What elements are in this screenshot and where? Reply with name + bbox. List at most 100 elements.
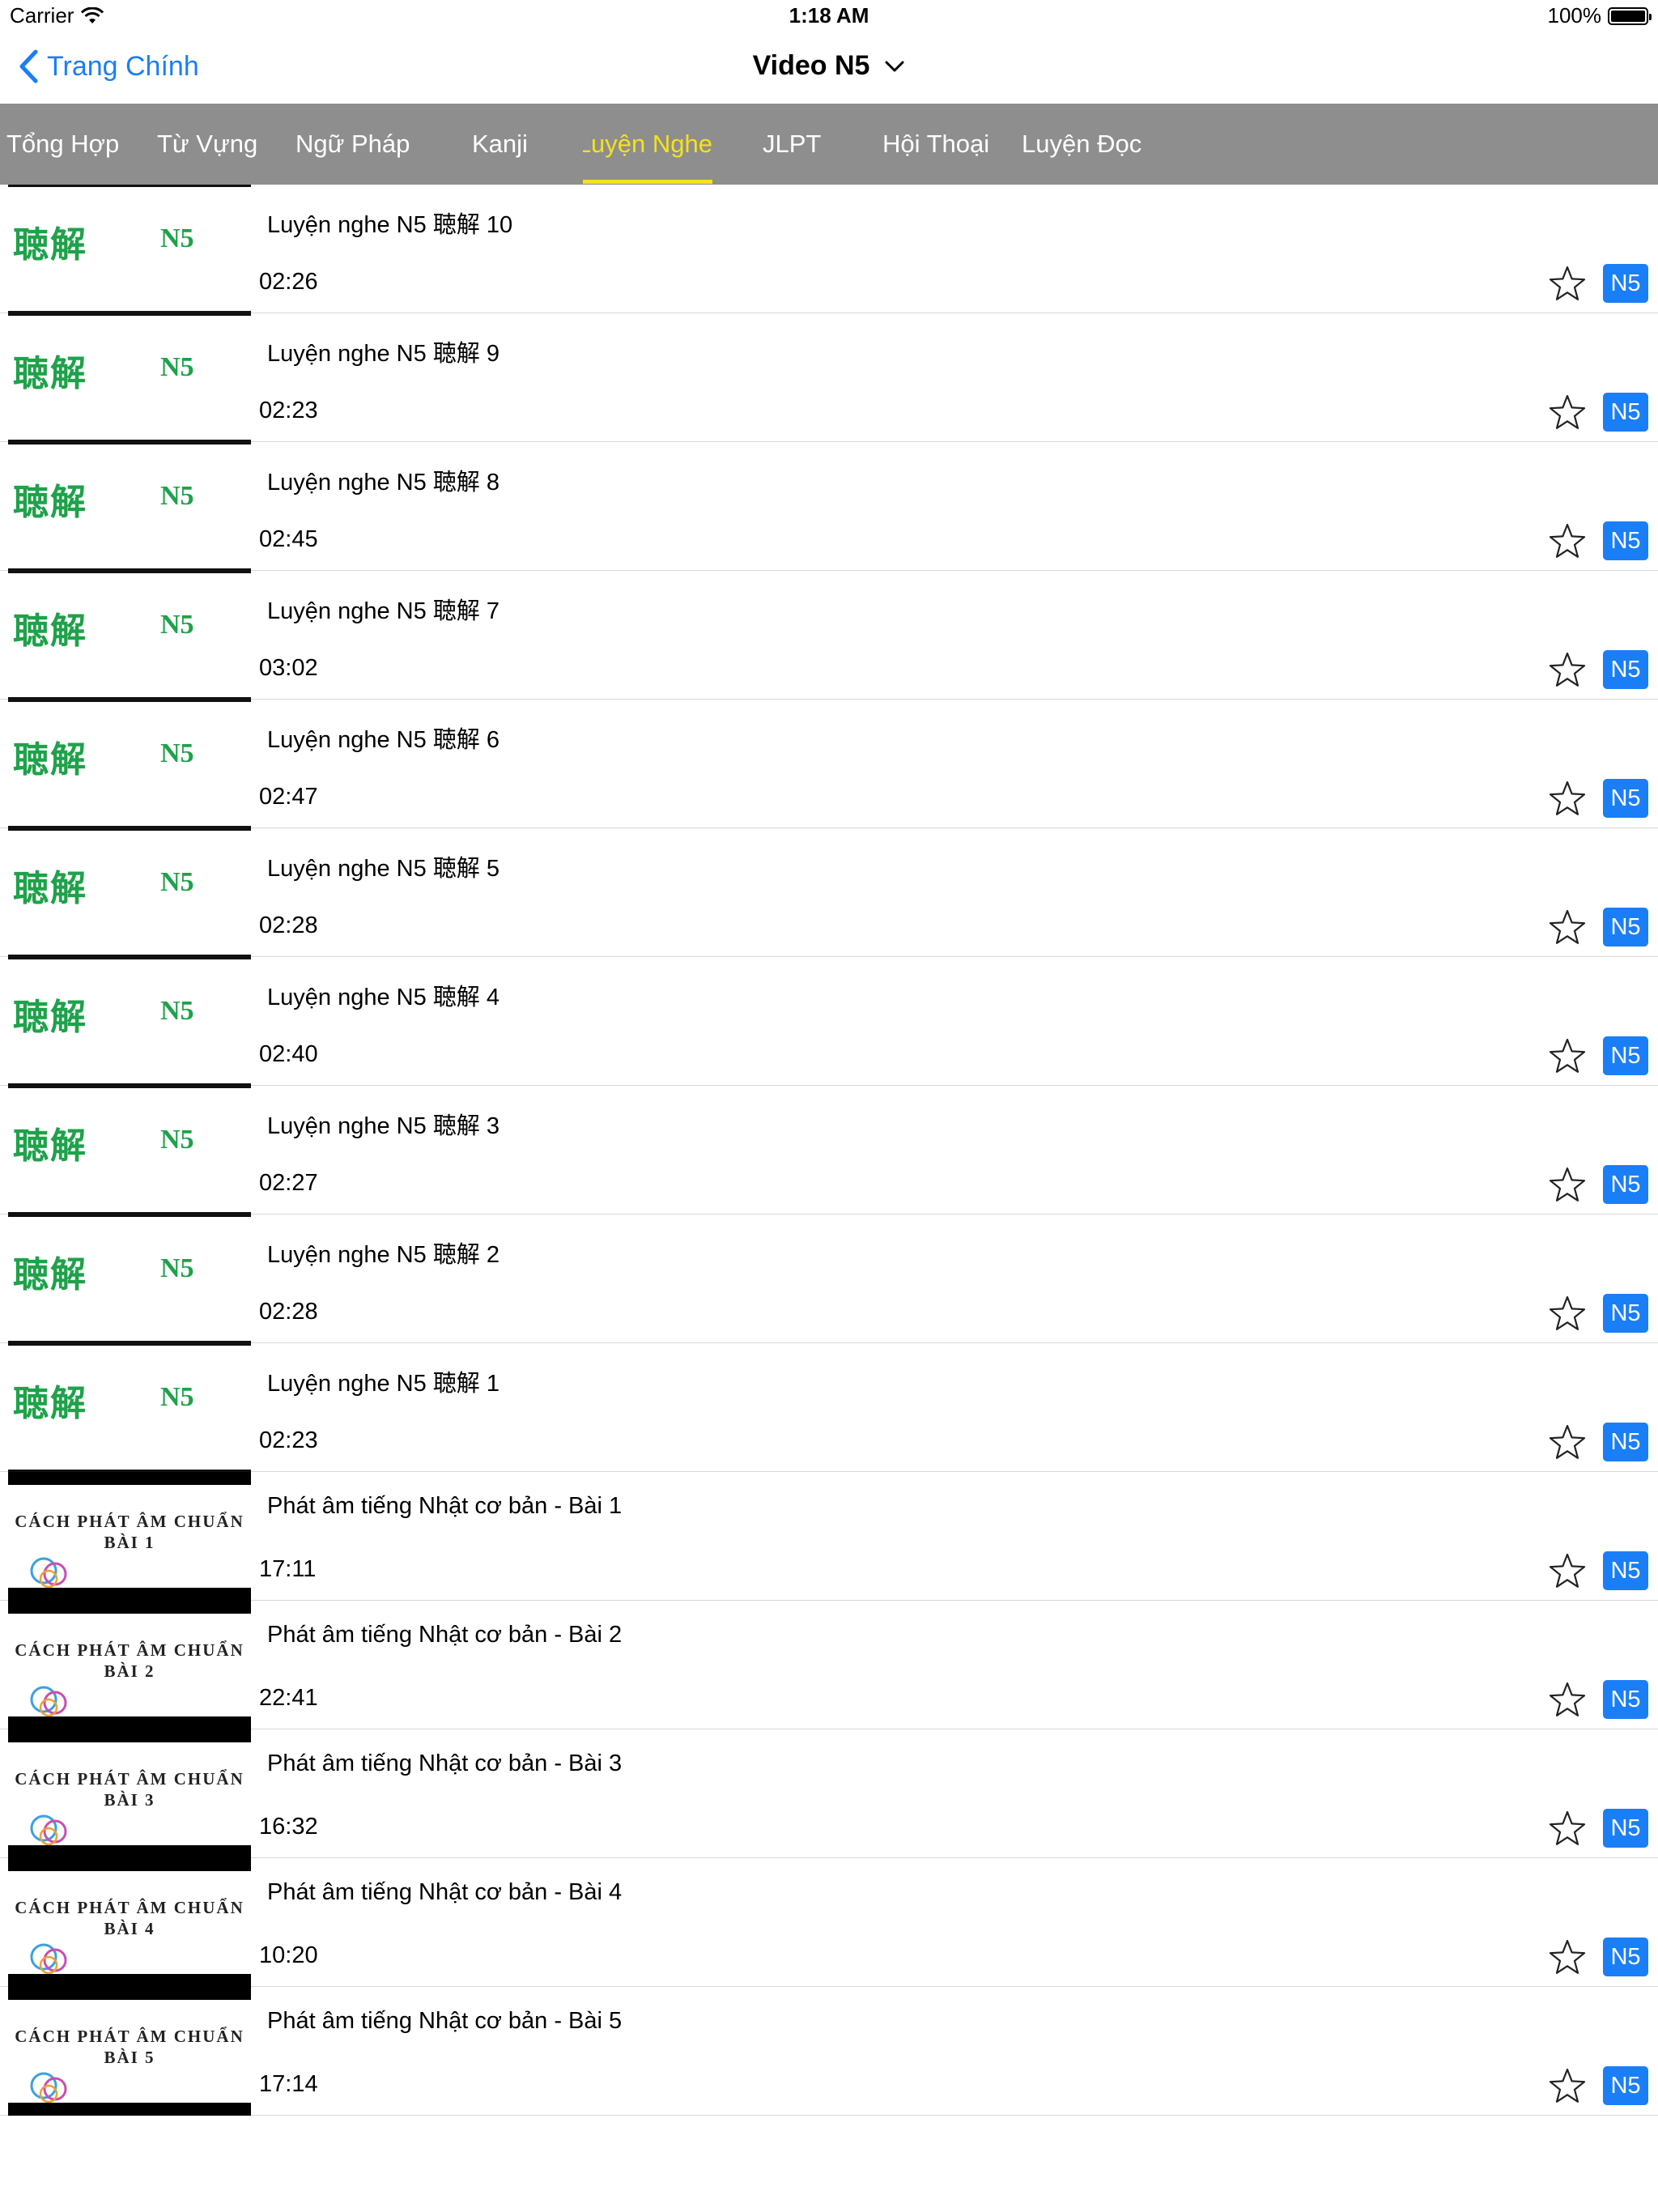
video-thumbnail: 聴解 N5	[8, 957, 251, 1086]
level-badge[interactable]: N5	[1603, 521, 1648, 560]
video-list-item[interactable]: CÁCH PHÁT ÂM CHUẨN BÀI 4 Phát âm tiếng Nh…	[0, 1858, 1658, 1987]
video-list[interactable]: 聴解 N5 Luyện nghe N5 聴解 10 02:26 N5 聴解 N5 L…	[0, 185, 1658, 2116]
star-icon[interactable]	[1548, 1166, 1587, 1203]
video-title: Luyện nghe N5 聴解 10	[267, 212, 513, 238]
level-badge[interactable]: N5	[1603, 2066, 1648, 2105]
video-list-item[interactable]: 聴解 N5 Luyện nghe N5 聴解 3 02:27 N5	[0, 1086, 1658, 1214]
video-title: Luyện nghe N5 聴解 6	[267, 727, 500, 753]
star-icon[interactable]	[1548, 522, 1587, 559]
star-icon[interactable]	[1548, 265, 1587, 302]
tab-tong-hop[interactable]: Tổng Hợp	[6, 104, 128, 185]
thumb-border-bottom	[8, 1845, 251, 1858]
battery-icon	[1608, 6, 1652, 25]
tab-luyen-nghe[interactable]: Luyện Nghe	[583, 104, 712, 185]
tab-luyen-doc[interactable]: Luyện Đọc	[1022, 104, 1159, 185]
level-badge[interactable]: N5	[1603, 1938, 1648, 1976]
level-badge[interactable]: N5	[1603, 1680, 1648, 1719]
video-duration: 17:11	[259, 1556, 317, 1582]
level-badge[interactable]: N5	[1603, 1165, 1648, 1204]
level-badge[interactable]: N5	[1603, 264, 1648, 303]
video-list-item[interactable]: CÁCH PHÁT ÂM CHUẨN BÀI 1 Phát âm tiếng Nh…	[0, 1472, 1658, 1601]
video-list-item[interactable]: 聴解 N5 Luyện nghe N5 聴解 10 02:26 N5	[0, 185, 1658, 313]
level-badge[interactable]: N5	[1603, 908, 1648, 946]
thumb-border-top	[8, 1214, 251, 1217]
video-title: Luyện nghe N5 聴解 7	[267, 598, 500, 624]
tab-tu-vung[interactable]: Từ Vựng	[157, 104, 270, 185]
thumb-level-text: N5	[160, 223, 194, 253]
video-title: Luyện nghe N5 聴解 3	[267, 1113, 500, 1139]
category-tab-bar: Tổng Hợp Từ Vựng Ngữ Pháp Kanji Luyện Ng…	[0, 104, 1658, 185]
thumb-caption-lesson: BÀI 4	[104, 1919, 155, 1938]
video-thumbnail: CÁCH PHÁT ÂM CHUẨN BÀI 1	[8, 1472, 251, 1601]
page-title: Video N5	[0, 50, 1658, 82]
level-badge[interactable]: N5	[1603, 1551, 1648, 1590]
thumb-border-top	[8, 828, 251, 831]
video-list-item[interactable]: CÁCH PHÁT ÂM CHUẨN BÀI 5 Phát âm tiếng Nh…	[0, 1987, 1658, 2116]
star-icon[interactable]	[1548, 2067, 1587, 2104]
star-icon[interactable]	[1548, 1295, 1587, 1332]
video-thumbnail: 聴解 N5	[8, 1343, 251, 1472]
level-badge[interactable]: N5	[1603, 393, 1648, 432]
thumb-border-top	[8, 1858, 251, 1871]
video-duration: 22:41	[259, 1685, 318, 1711]
thumb-caption: CÁCH PHÁT ÂM CHUẨN BÀI 5	[8, 2026, 251, 2068]
thumb-border-top	[8, 1086, 251, 1088]
video-thumbnail: 聴解 N5	[8, 1086, 251, 1214]
video-list-item[interactable]: 聴解 N5 Luyện nghe N5 聴解 8 02:45 N5	[0, 442, 1658, 571]
thumb-level-text: N5	[160, 481, 194, 511]
tab-hoi-thoai[interactable]: Hội Thoại	[882, 104, 1004, 185]
level-badge[interactable]: N5	[1603, 650, 1648, 689]
video-duration: 16:32	[259, 1814, 318, 1840]
star-icon[interactable]	[1548, 1681, 1587, 1718]
video-list-item[interactable]: CÁCH PHÁT ÂM CHUẨN BÀI 3 Phát âm tiếng Nh…	[0, 1729, 1658, 1858]
star-icon[interactable]	[1548, 780, 1587, 817]
star-icon[interactable]	[1548, 1423, 1587, 1461]
video-thumbnail: 聴解 N5	[8, 313, 251, 442]
thumb-border-top	[8, 1729, 251, 1742]
level-badge[interactable]: N5	[1603, 1809, 1648, 1848]
thumb-border-top	[8, 185, 251, 187]
video-duration: 02:40	[259, 1041, 318, 1067]
thumb-border-top	[8, 1987, 251, 2000]
title-dropdown[interactable]: Video N5	[753, 50, 906, 82]
level-badge[interactable]: N5	[1603, 779, 1648, 818]
thumb-caption: CÁCH PHÁT ÂM CHUẨN BÀI 1	[8, 1511, 251, 1553]
video-list-item[interactable]: 聴解 N5 Luyện nghe N5 聴解 7 03:02 N5	[0, 571, 1658, 700]
star-icon[interactable]	[1548, 1938, 1587, 1976]
active-tab-indicator	[583, 180, 712, 184]
thumb-caption-lesson: BÀI 2	[104, 1661, 155, 1681]
video-thumbnail: 聴解 N5	[8, 571, 251, 700]
tab-jlpt[interactable]: JLPT	[763, 104, 835, 185]
thumb-level-text: N5	[160, 738, 194, 768]
video-list-item[interactable]: 聴解 N5 Luyện nghe N5 聴解 1 02:23 N5	[0, 1343, 1658, 1472]
star-icon[interactable]	[1548, 651, 1587, 688]
video-title: Luyện nghe N5 聴解 4	[267, 985, 500, 1010]
thumb-kanji-text: 聴解	[13, 224, 87, 266]
thumb-caption: CÁCH PHÁT ÂM CHUẨN BÀI 4	[8, 1897, 251, 1939]
video-duration: 03:02	[259, 655, 318, 681]
video-list-item[interactable]: CÁCH PHÁT ÂM CHUẨN BÀI 2 Phát âm tiếng Nh…	[0, 1601, 1658, 1729]
star-icon[interactable]	[1548, 1552, 1587, 1589]
video-list-item[interactable]: 聴解 N5 Luyện nghe N5 聴解 4 02:40 N5	[0, 957, 1658, 1086]
video-list-item[interactable]: 聴解 N5 Luyện nghe N5 聴解 5 02:28 N5	[0, 828, 1658, 957]
thumb-border-top	[8, 313, 251, 316]
tab-ngu-phap[interactable]: Ngữ Pháp	[295, 104, 425, 185]
video-list-item[interactable]: 聴解 N5 Luyện nghe N5 聴解 9 02:23 N5	[0, 313, 1658, 442]
star-icon[interactable]	[1548, 393, 1587, 431]
video-list-item[interactable]: 聴解 N5 Luyện nghe N5 聴解 2 02:28 N5	[0, 1214, 1658, 1343]
video-duration: 02:26	[259, 269, 318, 295]
video-thumbnail: 聴解 N5	[8, 1214, 251, 1343]
tab-kanji[interactable]: Kanji	[472, 104, 561, 185]
video-list-item[interactable]: 聴解 N5 Luyện nghe N5 聴解 6 02:47 N5	[0, 700, 1658, 828]
video-title: Phát âm tiếng Nhật cơ bản - Bài 5	[267, 2008, 623, 2034]
star-icon[interactable]	[1548, 1037, 1587, 1074]
level-badge[interactable]: N5	[1603, 1036, 1648, 1075]
star-icon[interactable]	[1548, 1810, 1587, 1847]
level-badge[interactable]: N5	[1603, 1294, 1648, 1333]
star-icon[interactable]	[1548, 908, 1587, 946]
video-duration: 02:28	[259, 912, 318, 938]
thumb-kanji-text: 聴解	[13, 610, 87, 652]
level-badge[interactable]: N5	[1603, 1423, 1648, 1461]
thumb-border-top	[8, 700, 251, 702]
thumb-caption-lesson: BÀI 3	[104, 1790, 155, 1810]
